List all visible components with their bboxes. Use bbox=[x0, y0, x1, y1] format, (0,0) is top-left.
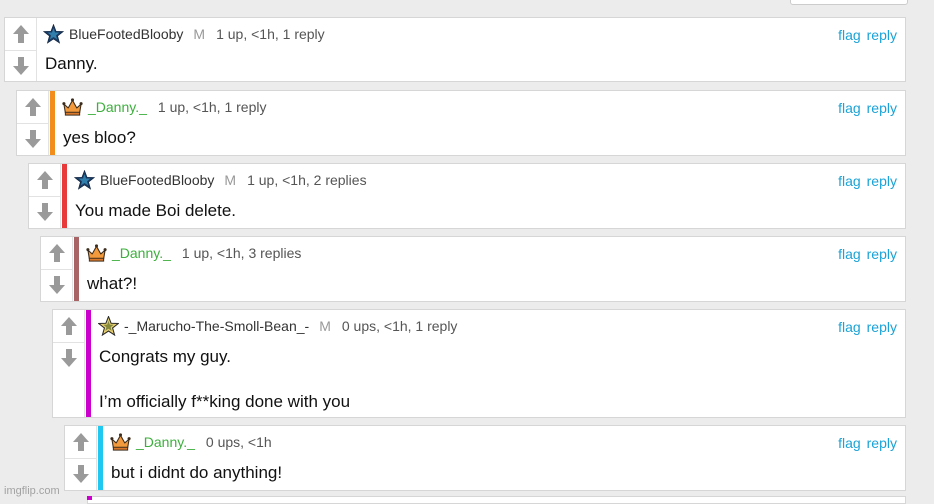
thread-color-bar bbox=[86, 310, 91, 417]
upvote-button[interactable] bbox=[5, 19, 36, 48]
downvote-button[interactable] bbox=[29, 196, 60, 226]
vote-column bbox=[65, 426, 97, 490]
mod-badge: M bbox=[193, 26, 206, 42]
comment-text: You made Boi delete. bbox=[75, 201, 236, 220]
vote-column bbox=[41, 237, 73, 301]
comment-info: 0 ups, <1h bbox=[205, 434, 272, 450]
reply-link[interactable]: reply bbox=[867, 319, 897, 335]
username-link[interactable]: BlueFootedBlooby bbox=[100, 172, 214, 188]
downvote-button[interactable] bbox=[53, 342, 84, 372]
vote-column bbox=[53, 310, 85, 417]
crown-icon bbox=[110, 432, 131, 452]
comment: BlueFootedBlooby M 1 up, <1h, 2 replies … bbox=[28, 163, 906, 229]
arrow-up-icon bbox=[24, 97, 42, 117]
arrow-up-icon bbox=[60, 316, 78, 336]
username-link[interactable]: _Danny._ bbox=[88, 99, 147, 115]
comment-meta: _Danny._ 1 up, <1h, 3 replies bbox=[86, 243, 301, 263]
comment: _Danny._ 1 up, <1h, 1 reply flag reply ye… bbox=[16, 90, 906, 156]
comment-actions: flag reply bbox=[838, 246, 897, 262]
mod-badge: M bbox=[224, 172, 237, 188]
comment-text: Congrats my guy. bbox=[99, 347, 231, 366]
previous-comment-edge bbox=[790, 0, 908, 5]
vote-column bbox=[17, 91, 49, 155]
username-link[interactable]: _Danny._ bbox=[136, 434, 195, 450]
arrow-down-icon bbox=[60, 348, 78, 368]
comment: _Danny._ 1 up, <1h, 3 replies flag reply … bbox=[40, 236, 906, 302]
arrow-down-icon bbox=[48, 275, 66, 295]
comment-actions: flag reply bbox=[838, 173, 897, 189]
thread-color-bar bbox=[74, 237, 79, 301]
star-icon bbox=[43, 24, 64, 44]
comment-text: yes bloo? bbox=[63, 128, 136, 147]
arrow-down-icon bbox=[36, 202, 54, 222]
username-link[interactable]: BlueFootedBlooby bbox=[69, 26, 183, 42]
upvote-button[interactable] bbox=[53, 311, 84, 340]
comment-text: but i didnt do anything! bbox=[111, 463, 283, 482]
arrow-down-icon bbox=[72, 464, 90, 484]
comment-info: 1 up, <1h, 3 replies bbox=[181, 245, 302, 261]
comment-actions: flag reply bbox=[838, 319, 897, 335]
arrow-up-icon bbox=[36, 170, 54, 190]
comment-meta: _Danny._ 0 ups, <1h bbox=[110, 432, 272, 452]
downvote-button[interactable] bbox=[17, 123, 48, 153]
comment-meta: _Danny._ 1 up, <1h, 1 reply bbox=[62, 97, 266, 117]
mod-badge: M bbox=[319, 318, 331, 334]
vote-column bbox=[5, 18, 37, 81]
comment-info: 1 up, <1h, 2 replies bbox=[247, 172, 367, 188]
upvote-button[interactable] bbox=[65, 427, 96, 456]
flag-link[interactable]: flag bbox=[838, 319, 861, 335]
reply-link[interactable]: reply bbox=[867, 246, 897, 262]
username-link[interactable]: _Danny._ bbox=[112, 245, 171, 261]
arrow-up-icon bbox=[48, 243, 66, 263]
thread-color-bar bbox=[62, 164, 67, 228]
flag-link[interactable]: flag bbox=[838, 173, 861, 189]
upvote-button[interactable] bbox=[41, 238, 72, 267]
upvote-button[interactable] bbox=[17, 92, 48, 121]
reply-link[interactable]: reply bbox=[867, 27, 897, 43]
vote-column bbox=[29, 164, 61, 228]
reply-link[interactable]: reply bbox=[867, 173, 897, 189]
username-link[interactable]: -_Marucho-The-Smoll-Bean_- bbox=[124, 318, 309, 334]
arrow-down-icon bbox=[24, 129, 42, 149]
next-comment-color-bar bbox=[87, 496, 92, 500]
downvote-button[interactable] bbox=[41, 269, 72, 299]
next-comment-edge bbox=[87, 496, 906, 504]
thread-color-bar bbox=[50, 91, 55, 155]
downvote-button[interactable] bbox=[5, 50, 36, 80]
flag-link[interactable]: flag bbox=[838, 100, 861, 116]
comment: -_Marucho-The-Smoll-Bean_- M 0 ups, <1h,… bbox=[52, 309, 906, 418]
crown-icon bbox=[86, 243, 107, 263]
flag-link[interactable]: flag bbox=[838, 27, 861, 43]
comment: _Danny._ 0 ups, <1h flag reply but i didn… bbox=[64, 425, 906, 491]
comment: BlueFootedBlooby M 1 up, <1h, 1 reply fl… bbox=[4, 17, 906, 82]
arrow-down-icon bbox=[12, 56, 30, 76]
gold-star-icon bbox=[98, 316, 119, 336]
arrow-up-icon bbox=[12, 24, 30, 44]
flag-link[interactable]: flag bbox=[838, 435, 861, 451]
comment-actions: flag reply bbox=[838, 435, 897, 451]
crown-icon bbox=[62, 97, 83, 117]
downvote-button[interactable] bbox=[65, 458, 96, 488]
comment-actions: flag reply bbox=[838, 100, 897, 116]
upvote-button[interactable] bbox=[29, 165, 60, 194]
watermark: imgflip.com bbox=[4, 485, 60, 497]
comment-text-line-2: I’m officially f**king done with you bbox=[99, 392, 351, 411]
comment-meta: BlueFootedBlooby M 1 up, <1h, 1 reply bbox=[43, 24, 325, 44]
comment-meta: -_Marucho-The-Smoll-Bean_- M 0 ups, <1h,… bbox=[98, 316, 457, 336]
comment-actions: flag reply bbox=[838, 27, 897, 43]
star-icon bbox=[74, 170, 95, 190]
reply-link[interactable]: reply bbox=[867, 100, 897, 116]
flag-link[interactable]: flag bbox=[838, 246, 861, 262]
comment-info: 0 ups, <1h, 1 reply bbox=[341, 318, 458, 334]
thread-color-bar bbox=[98, 426, 103, 490]
comment-info: 1 up, <1h, 1 reply bbox=[157, 99, 267, 115]
comment-text: what?! bbox=[87, 274, 138, 293]
reply-link[interactable]: reply bbox=[867, 435, 897, 451]
comment-meta: BlueFootedBlooby M 1 up, <1h, 2 replies bbox=[74, 170, 367, 190]
arrow-up-icon bbox=[72, 432, 90, 452]
comment-text: Danny. bbox=[45, 54, 98, 73]
comment-info: 1 up, <1h, 1 reply bbox=[216, 26, 325, 42]
